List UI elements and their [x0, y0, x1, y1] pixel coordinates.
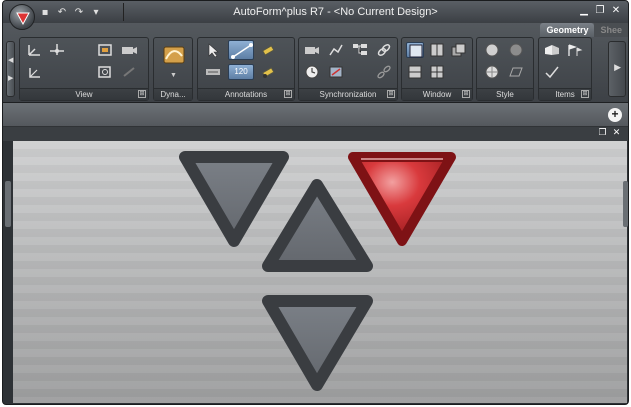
- tab-sheet[interactable]: Shee: [594, 23, 628, 37]
- dialog-launcher-icon[interactable]: ⊞: [462, 90, 470, 98]
- probe-pen-icon[interactable]: [260, 64, 278, 80]
- chevron-left-icon: ◀: [8, 57, 14, 64]
- panel-restore-button[interactable]: ❐: [597, 128, 608, 139]
- application-menu-button[interactable]: [9, 4, 35, 30]
- left-splitter-handle[interactable]: [5, 181, 11, 227]
- group-label-annotations: Annotations: [198, 88, 294, 100]
- quad-split-icon[interactable]: [428, 64, 446, 80]
- redo-icon[interactable]: ↷: [73, 6, 85, 18]
- rotate-icon[interactable]: [120, 64, 138, 80]
- sync-window-icon[interactable]: [327, 64, 345, 80]
- ribbon-scroll-left-button[interactable]: ◀ ▶: [6, 41, 15, 97]
- chevron-down-icon[interactable]: ▼: [170, 72, 177, 79]
- split-horizontal-icon[interactable]: [406, 64, 424, 80]
- chevron-right-icon: ▶: [614, 62, 621, 72]
- zoom-box-icon[interactable]: [96, 64, 114, 80]
- panel-header: ❐ ✕: [3, 127, 628, 141]
- close-button[interactable]: ✕: [610, 5, 622, 17]
- sync-chart-icon[interactable]: [327, 42, 345, 58]
- ribbon-group-style: Style: [476, 37, 534, 101]
- save-icon[interactable]: ▪: [39, 6, 51, 18]
- undo-icon[interactable]: ↶: [56, 6, 68, 18]
- toolbar-divider: [123, 3, 124, 21]
- clock-icon[interactable]: [303, 64, 321, 80]
- tab-geometry[interactable]: Geometry: [540, 23, 595, 37]
- navigation-arrows: [179, 151, 456, 391]
- add-view-button[interactable]: +: [608, 108, 622, 122]
- ribbon-group-dynamic: ▼ Dyna...: [153, 37, 193, 101]
- ribbon-tabs: Geometry Shee: [540, 23, 628, 37]
- minimize-button[interactable]: ▁: [578, 5, 590, 17]
- ribbon: Geometry Shee ◀ ▶ View ⊞ ▼ Dyna... 120 A…: [3, 23, 628, 103]
- unlink-icon[interactable]: [375, 64, 393, 80]
- ribbon-group-annotations: 120 Annotations ⊞: [197, 37, 295, 101]
- sync-tree-icon[interactable]: [351, 42, 369, 58]
- link-icon[interactable]: [375, 42, 393, 58]
- group-label-synchronization: Synchronization: [299, 88, 397, 100]
- smooth-sphere-icon[interactable]: [507, 42, 525, 58]
- dialog-launcher-icon[interactable]: ⊞: [284, 90, 292, 98]
- measure-icon[interactable]: [228, 40, 254, 60]
- quick-access-toolbar: ▪ ↶ ↷ ▾: [39, 5, 102, 19]
- window-controls: ▁ ❐ ✕: [578, 5, 622, 17]
- ribbon-group-window: Window ⊞: [401, 37, 473, 101]
- customize-icon[interactable]: ▾: [90, 6, 102, 18]
- fit-view-icon[interactable]: [96, 42, 114, 58]
- camera-icon[interactable]: [120, 42, 138, 58]
- dialog-launcher-icon[interactable]: ⊞: [387, 90, 395, 98]
- graphics-viewport[interactable]: [13, 141, 627, 403]
- down-bottom-arrow[interactable]: [262, 295, 373, 391]
- wire-sphere-icon[interactable]: [483, 64, 501, 80]
- down-left-arrow[interactable]: [179, 151, 289, 247]
- toolbar-strip: +: [3, 103, 628, 127]
- check-items-icon[interactable]: [543, 64, 561, 80]
- panel-controls: ❐ ✕: [597, 128, 622, 139]
- dialog-launcher-icon[interactable]: ⊞: [138, 90, 146, 98]
- show-items-icon[interactable]: [543, 42, 561, 58]
- down-right-arrow-active[interactable]: [348, 152, 456, 246]
- chevron-right-icon: ▶: [8, 75, 14, 82]
- up-center-arrow[interactable]: [262, 179, 373, 272]
- dynamic-section-icon[interactable]: [162, 44, 186, 66]
- value-label-input[interactable]: 120: [228, 64, 254, 80]
- single-window-icon[interactable]: [406, 42, 424, 58]
- items-flags-icon[interactable]: [565, 42, 583, 58]
- outline-style-icon[interactable]: [507, 64, 525, 80]
- ribbon-scroll-right-button[interactable]: ▶: [608, 41, 626, 97]
- right-splitter-handle[interactable]: [623, 181, 628, 227]
- shaded-sphere-icon[interactable]: [483, 42, 501, 58]
- sync-camera-icon[interactable]: [303, 42, 321, 58]
- pick-arrow-icon[interactable]: [204, 42, 222, 58]
- axis-view-icon[interactable]: [26, 42, 44, 58]
- axis-orient-icon[interactable]: [48, 42, 66, 58]
- app-logo-icon: [16, 12, 30, 25]
- text-label-icon[interactable]: [204, 64, 222, 80]
- restore-button[interactable]: ❐: [594, 5, 606, 17]
- marker-pen-icon[interactable]: [260, 42, 278, 58]
- application-window: AutoForm^plus R7 - <No Current Design> ▪…: [2, 0, 629, 405]
- ribbon-group-items: Items ⊞: [538, 37, 592, 101]
- ribbon-group-synchronization: Synchronization ⊞: [298, 37, 398, 101]
- ribbon-group-view: View ⊞: [19, 37, 149, 101]
- split-vertical-icon[interactable]: [428, 42, 446, 58]
- cascade-windows-icon[interactable]: [450, 42, 468, 58]
- group-label-style: Style: [477, 88, 533, 100]
- dialog-launcher-icon[interactable]: ⊞: [581, 90, 589, 98]
- group-label-dynamic: Dyna...: [154, 88, 192, 100]
- move-axis-icon[interactable]: [26, 64, 44, 80]
- title-bar: AutoForm^plus R7 - <No Current Design> ▪…: [3, 1, 628, 23]
- panel-close-button[interactable]: ✕: [611, 128, 622, 139]
- group-label-view: View: [20, 88, 148, 100]
